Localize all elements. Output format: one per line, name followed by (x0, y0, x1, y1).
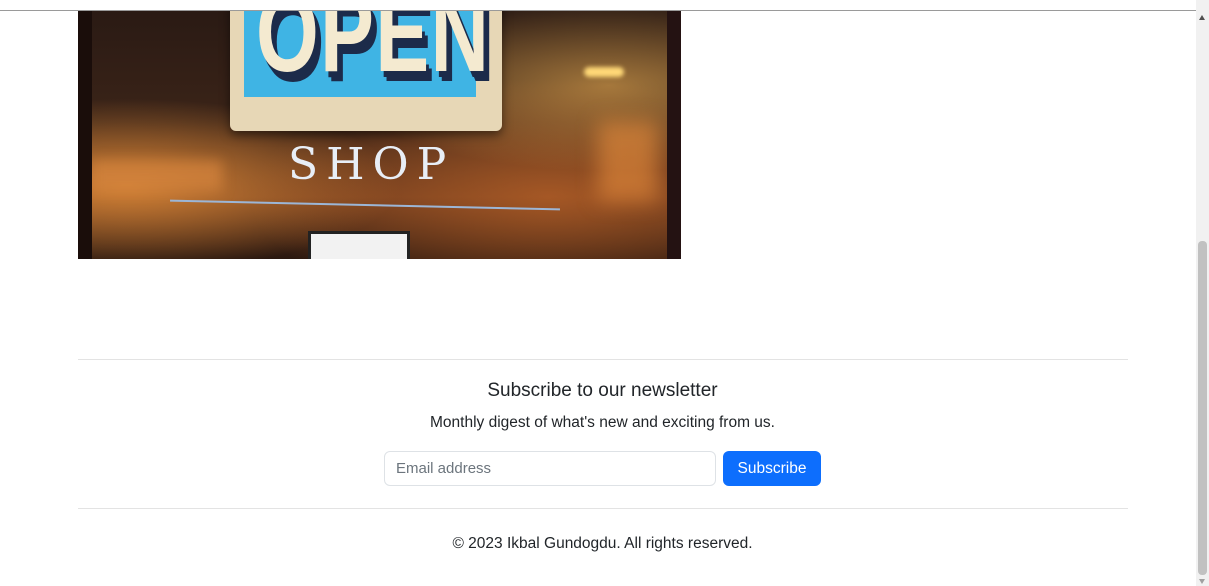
door-card (308, 231, 410, 259)
lamp-light (584, 67, 624, 77)
shop-underline (170, 199, 560, 211)
hero-image: OPEN SHOP (78, 11, 681, 259)
copyright-text: © 2023 Ikbal Gundogdu. All rights reserv… (452, 535, 753, 552)
page-content: OPEN SHOP Subscribe to our newsletter Mo… (0, 0, 1196, 586)
open-sign-text: OPEN (256, 11, 491, 95)
scroll-up-arrow-icon[interactable] (1196, 12, 1209, 24)
section-divider (78, 359, 1128, 360)
shop-text: SHOP (288, 139, 455, 190)
scroll-down-arrow-icon[interactable] (1196, 578, 1209, 586)
door-frame-left (78, 11, 92, 259)
shelf-glow (92, 161, 222, 191)
vertical-scrollbar[interactable] (1196, 0, 1209, 586)
email-input[interactable] (384, 451, 716, 486)
open-sign: OPEN (230, 11, 502, 131)
scrollbar-thumb[interactable] (1198, 241, 1207, 575)
newsletter-title: Subscribe to our newsletter (487, 380, 718, 401)
footer-divider (78, 508, 1128, 509)
door-frame-right (667, 11, 681, 259)
subscribe-button[interactable]: Subscribe (723, 451, 821, 486)
background-glow (598, 121, 658, 201)
newsletter-subtitle: Monthly digest of what's new and excitin… (430, 414, 775, 431)
